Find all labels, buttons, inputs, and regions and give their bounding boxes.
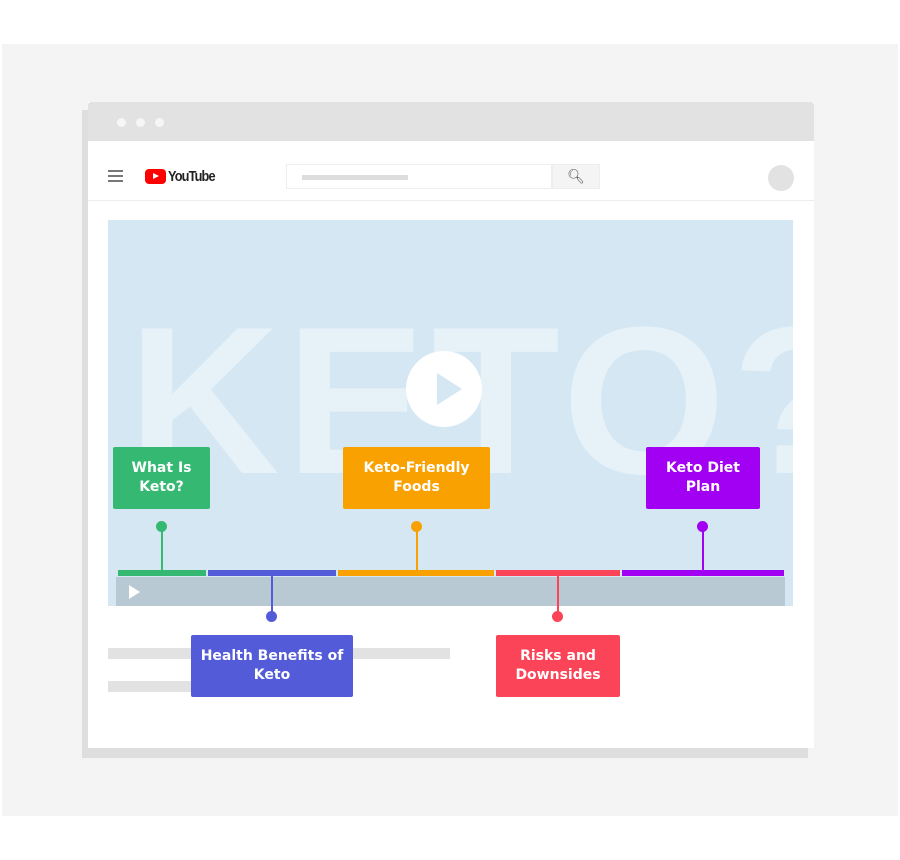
window-dot-icon[interactable]	[136, 118, 145, 127]
search-placeholder	[302, 175, 408, 180]
search-icon: 🔍︎	[567, 168, 585, 185]
chapter-pin	[156, 521, 167, 532]
window-dot-icon[interactable]	[117, 118, 126, 127]
chapter-connector	[161, 527, 163, 571]
avatar[interactable]	[768, 165, 794, 191]
chapter-label-risks-downsides[interactable]: Risks and Downsides	[496, 635, 620, 697]
chapter-connector	[702, 527, 704, 571]
youtube-logo[interactable]: YouTube	[145, 168, 223, 185]
search-input[interactable]	[286, 164, 552, 189]
window-dot-icon[interactable]	[155, 118, 164, 127]
play-icon[interactable]	[129, 585, 140, 599]
chapter-label-keto-friendly-foods[interactable]: Keto-Friendly Foods	[343, 447, 490, 509]
chapter-pin	[411, 521, 422, 532]
description-placeholder-line	[108, 681, 198, 692]
progress-bar[interactable]	[116, 577, 785, 606]
chapter-label-keto-diet-plan[interactable]: Keto Diet Plan	[646, 447, 760, 509]
video-player[interactable]: KETO?	[108, 220, 793, 606]
play-button[interactable]	[406, 351, 482, 427]
chapter-pin	[552, 611, 563, 622]
title-bar	[88, 102, 814, 141]
youtube-play-icon	[145, 169, 166, 184]
chapter-pin	[266, 611, 277, 622]
chapter-pin	[697, 521, 708, 532]
chapter-label-health-benefits[interactable]: Health Benefits of Keto	[191, 635, 353, 697]
logo-text: YouTube	[168, 168, 216, 185]
search-button[interactable]: 🔍︎	[552, 164, 600, 189]
chapter-label-what-is-keto[interactable]: What Is Keto?	[113, 447, 210, 509]
youtube-header: YouTube 🔍︎	[88, 141, 814, 201]
chapter-connector	[416, 527, 418, 571]
hamburger-icon[interactable]	[108, 170, 123, 182]
